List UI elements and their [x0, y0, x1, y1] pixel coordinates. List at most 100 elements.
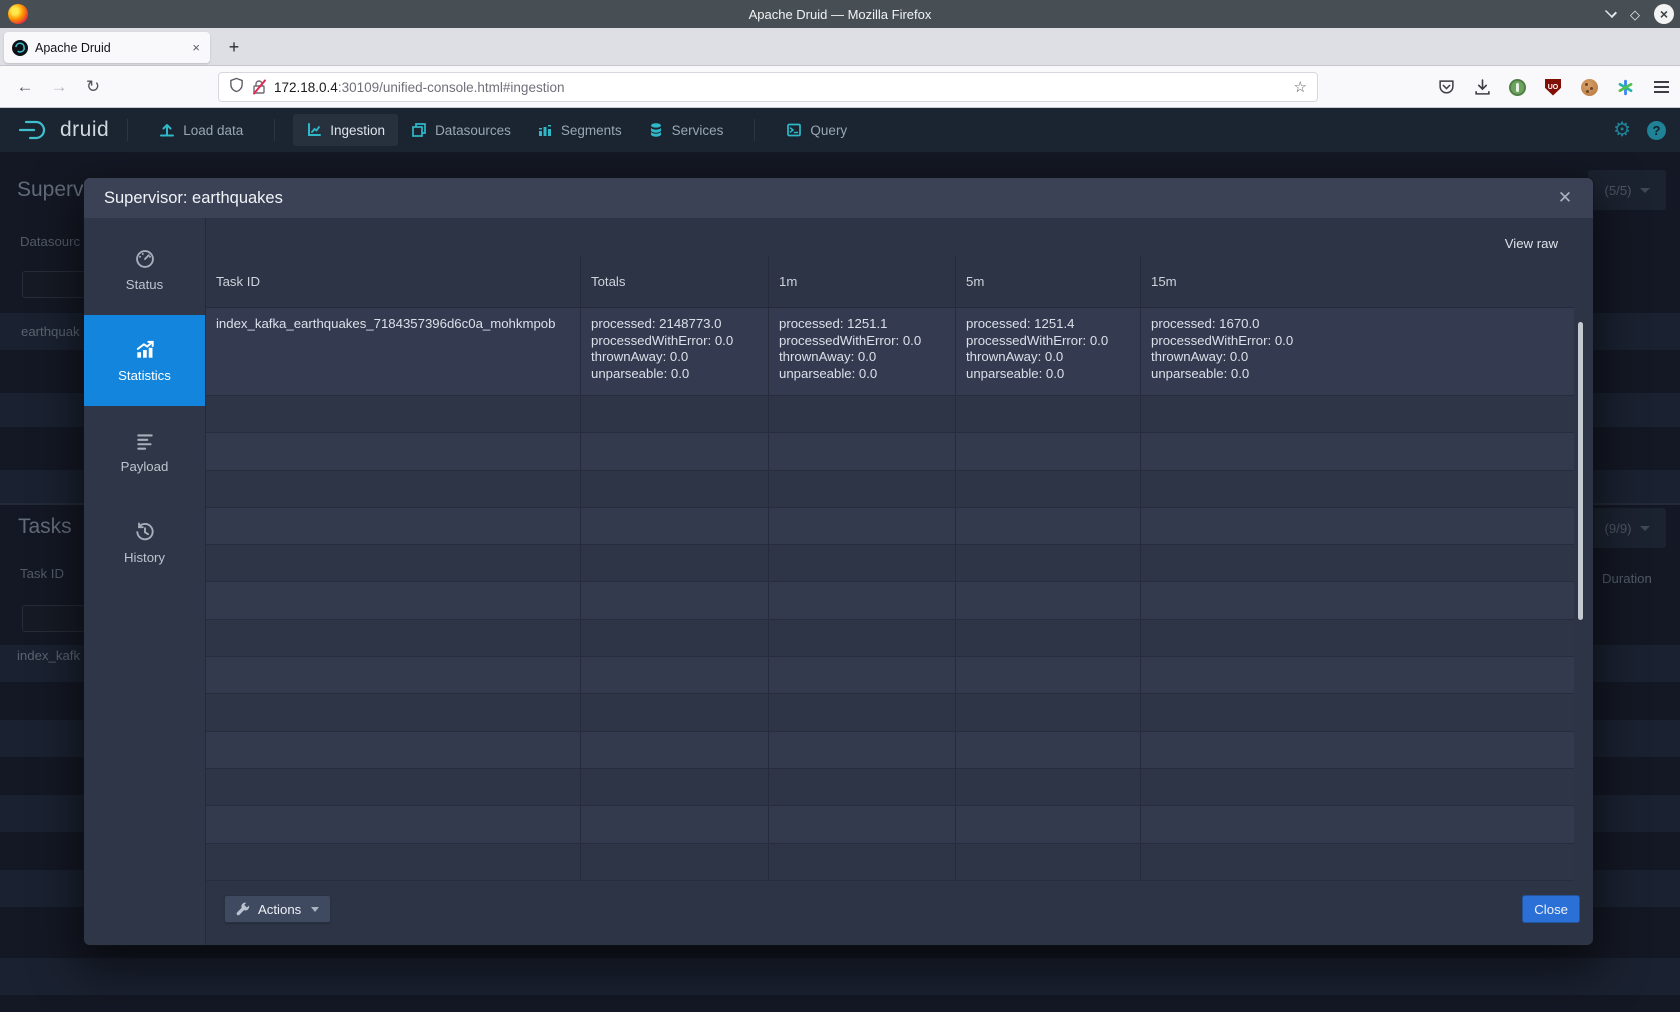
task-id-column-header: Task ID [20, 566, 64, 581]
window-titlebar: Apache Druid — Mozilla Firefox ◇ × [0, 0, 1680, 28]
tab-statistics[interactable]: Statistics [84, 315, 205, 406]
empty-cell [956, 806, 1141, 842]
actions-button[interactable]: Actions [224, 895, 331, 923]
nav-load-data[interactable]: Load data [146, 114, 256, 146]
table-row[interactable]: index_kafka_earthquakes_7184357396d6c0a_… [206, 308, 1574, 396]
empty-cell [206, 396, 581, 432]
bg-row-stripe [0, 958, 1680, 995]
empty-cell [206, 806, 581, 842]
lock-slash-icon[interactable] [252, 79, 266, 95]
container-asterisk-icon[interactable] [1616, 78, 1634, 96]
window-maximize-button[interactable]: ◇ [1630, 8, 1640, 21]
pocket-icon[interactable] [1437, 78, 1455, 96]
dashboard-icon [134, 248, 156, 270]
ingestion-page-dimmed: Superv Datasourc earthquak (5/5) Tasks (… [0, 152, 1680, 1012]
extension-green-icon[interactable] [1509, 79, 1526, 96]
tasks-heading: Tasks [18, 515, 72, 539]
tracking-shield-icon[interactable] [229, 77, 244, 98]
nav-datasources[interactable]: Datasources [398, 114, 524, 146]
empty-cell [206, 508, 581, 544]
column-header-1m[interactable]: 1m [769, 256, 956, 307]
empty-cell [1141, 694, 1574, 730]
url-bar[interactable]: 172.18.0.4:30109/unified-console.html#in… [218, 72, 1318, 102]
cookie-extension-icon[interactable] [1580, 78, 1598, 96]
copy-stack-icon [411, 122, 427, 138]
table-empty-row [206, 620, 1574, 657]
empty-cell [769, 545, 956, 581]
tab-status[interactable]: Status [84, 224, 205, 315]
empty-cell [769, 508, 956, 544]
window-minimize-button[interactable] [1605, 6, 1617, 18]
table-empty-row [206, 806, 1574, 843]
download-icon[interactable] [1473, 78, 1491, 96]
tab-history[interactable]: History [84, 497, 205, 588]
task-row-cell[interactable]: index_kafk [17, 648, 80, 663]
druid-logo[interactable]: druid [18, 118, 109, 142]
empty-cell [1141, 471, 1574, 507]
nav-query[interactable]: Query [773, 114, 860, 146]
ublock-origin-icon[interactable]: UO [1544, 78, 1562, 96]
empty-cell [206, 694, 581, 730]
brand-name: druid [60, 118, 109, 142]
tab-bar: Apache Druid × + [0, 28, 1680, 66]
url-host: 172.18.0.4 [274, 80, 338, 95]
close-button[interactable]: Close [1522, 895, 1580, 923]
window-title: Apache Druid — Mozilla Firefox [0, 7, 1680, 22]
nav-ingestion[interactable]: Ingestion [293, 114, 398, 146]
empty-cell [1141, 806, 1574, 842]
empty-cell [956, 732, 1141, 768]
column-header-totals[interactable]: Totals [581, 256, 769, 307]
empty-cell [769, 396, 956, 432]
forward-button[interactable]: → [46, 75, 72, 99]
history-icon [134, 521, 156, 543]
datasource-column-header: Datasourc [20, 234, 80, 249]
empty-cell [956, 769, 1141, 805]
empty-cell [206, 471, 581, 507]
tab-title: Apache Druid [35, 41, 183, 55]
settings-gear-icon[interactable]: ⚙ [1613, 120, 1631, 140]
empty-cell [206, 620, 581, 656]
help-icon[interactable]: ? [1647, 121, 1666, 140]
tasks-count-dropdown[interactable]: (9/9) [1588, 508, 1666, 548]
dialog-title: Supervisor: earthquakes [104, 189, 283, 208]
back-button[interactable]: ← [12, 75, 38, 99]
new-tab-button[interactable]: + [222, 36, 246, 60]
empty-cell [769, 471, 956, 507]
column-header-task-id[interactable]: Task ID [206, 256, 581, 307]
table-scrollbar-thumb[interactable] [1578, 322, 1583, 620]
view-raw-link[interactable]: View raw [1505, 236, 1558, 251]
empty-cell [581, 545, 769, 581]
cell-totals: processed: 2148773.0 processedWithError:… [581, 308, 769, 395]
empty-cell [956, 508, 1141, 544]
supervisor-row-cell[interactable]: earthquak [21, 324, 80, 339]
task-filter-input[interactable] [22, 605, 92, 632]
empty-cell [581, 396, 769, 432]
empty-cell [769, 732, 956, 768]
empty-cell [206, 844, 581, 880]
empty-cell [956, 694, 1141, 730]
column-header-15m[interactable]: 15m [1141, 256, 1574, 307]
empty-cell [1141, 433, 1574, 469]
bookmark-star-icon[interactable]: ☆ [1294, 78, 1307, 96]
empty-cell [581, 732, 769, 768]
datasource-filter-input[interactable] [22, 271, 92, 298]
divider [127, 119, 128, 141]
tab-close-icon[interactable]: × [190, 40, 202, 55]
menu-icon[interactable] [1652, 78, 1670, 96]
dialog-close-icon[interactable]: ✕ [1553, 186, 1577, 210]
nav-segments[interactable]: Segments [524, 114, 635, 146]
table-empty-row [206, 471, 1574, 508]
browser-tab[interactable]: Apache Druid × [4, 32, 210, 63]
empty-cell [581, 844, 769, 880]
database-icon [648, 122, 664, 138]
empty-cell [1141, 620, 1574, 656]
empty-cell [769, 844, 956, 880]
column-header-5m[interactable]: 5m [956, 256, 1141, 307]
empty-cell [769, 694, 956, 730]
tab-payload[interactable]: Payload [84, 406, 205, 497]
nav-services[interactable]: Services [635, 114, 737, 146]
reload-button[interactable]: ↻ [80, 75, 106, 99]
window-close-button[interactable]: × [1654, 4, 1674, 24]
align-left-icon [134, 430, 156, 452]
supervisors-count-dropdown[interactable]: (5/5) [1588, 170, 1666, 210]
